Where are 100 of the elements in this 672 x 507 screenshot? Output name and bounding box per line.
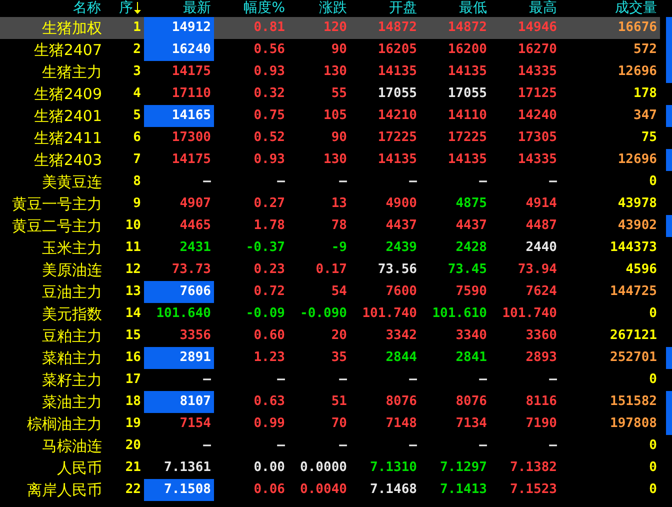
table-cell-text: 20	[330, 327, 348, 345]
table-cell: 2891	[144, 347, 214, 369]
table-cell-text: 14135	[446, 63, 488, 81]
table-cell-text: 3342	[384, 327, 418, 345]
table-cell-text: 4900	[384, 195, 418, 213]
instrument-name[interactable]: 菜油主力	[0, 391, 104, 413]
row-number: 6	[132, 129, 142, 147]
instrument-name[interactable]: 豆粕主力	[0, 325, 104, 347]
table-cell-text: 7154	[178, 415, 212, 433]
table-cell-text: 178	[632, 85, 658, 103]
row-number: 9	[132, 195, 142, 213]
row-number: 22	[124, 481, 142, 499]
table-cell-text: 14335	[516, 63, 558, 81]
table-cell-text: -0.090	[299, 305, 348, 323]
instrument-name[interactable]: 菜粕主力	[0, 347, 104, 369]
table-cell-text: —	[548, 371, 558, 389]
instrument-name[interactable]: 生猪2403	[0, 149, 104, 171]
table-cell-text: -0.37	[244, 239, 286, 257]
instrument-name[interactable]: 生猪2411	[0, 127, 104, 149]
table-cell-text: 0.52	[252, 129, 286, 147]
table-cell-text: 17305	[516, 129, 558, 147]
table-cell-text: 8116	[524, 393, 558, 411]
table-cell-text: 0.75	[252, 107, 286, 125]
instrument-name[interactable]: 黄豆二号主力	[0, 215, 104, 237]
table-cell-text: —	[478, 371, 488, 389]
row-number: 17	[124, 371, 142, 389]
column-header[interactable]: 最高	[529, 0, 557, 16]
row-number: 7	[132, 151, 142, 169]
table-cell-text: 90	[330, 41, 348, 59]
table-cell-text: 101.640	[155, 305, 212, 323]
table-cell-text: 14110	[446, 107, 488, 125]
instrument-name[interactable]: 生猪加权	[0, 17, 104, 39]
column-header[interactable]: 成交量	[615, 0, 657, 16]
table-cell: 8107	[144, 391, 214, 413]
row-number: 2	[132, 41, 142, 59]
column-header[interactable]: 幅度%	[244, 0, 285, 16]
table-cell-text: —	[338, 371, 348, 389]
instrument-name[interactable]: 生猪主力	[0, 61, 104, 83]
table-cell-text: 78	[330, 217, 348, 235]
instrument-name[interactable]: 生猪2409	[0, 83, 104, 105]
row-number: 14	[124, 305, 142, 323]
table-cell-text: 105	[322, 107, 348, 125]
column-header[interactable]: 名称	[73, 0, 101, 16]
instrument-name[interactable]: 生猪2401	[0, 105, 104, 127]
row-number: 15	[124, 327, 142, 345]
table-cell-text: 17055	[376, 85, 418, 103]
table-cell-text: 16205	[376, 41, 418, 59]
table-cell-text: 0.32	[252, 85, 286, 103]
column-header[interactable]: 涨跌	[319, 0, 347, 16]
table-cell-text: —	[478, 173, 488, 191]
table-cell-text: 0.72	[252, 283, 286, 301]
column-header[interactable]: 开盘	[389, 0, 417, 16]
instrument-name[interactable]: 人民币	[0, 457, 104, 479]
table-cell-text: 14135	[446, 151, 488, 169]
table-cell-text: 101.610	[431, 305, 488, 323]
instrument-name[interactable]: 美元指数	[0, 303, 104, 325]
instrument-name[interactable]: 豆油主力	[0, 281, 104, 303]
table-cell-text: 0.17	[314, 261, 348, 279]
table-cell-text: 144725	[609, 283, 658, 301]
instrument-name[interactable]: 黄豆一号主力	[0, 193, 104, 215]
table-cell-text: 0.23	[252, 261, 286, 279]
table-cell-text: 3356	[178, 327, 212, 345]
instrument-name[interactable]: 美黄豆连	[0, 171, 104, 193]
table-cell-text: 0	[648, 459, 658, 477]
column-header[interactable]: 最低	[459, 0, 487, 16]
table-cell-text: 73.94	[516, 261, 558, 279]
instrument-name[interactable]: 马棕油连	[0, 435, 104, 457]
table-cell-text: 17300	[170, 129, 212, 147]
table-cell-text: 7.1297	[439, 459, 488, 477]
row-number: 1	[104, 17, 144, 39]
instrument-name[interactable]: 棕榈油主力	[0, 413, 104, 435]
table-cell-text: 43902	[616, 217, 658, 235]
table-cell-text: 0.56	[252, 41, 286, 59]
table-cell-text: 54	[330, 283, 348, 301]
instrument-name[interactable]: 菜籽主力	[0, 369, 104, 391]
row-number: 19	[124, 415, 142, 433]
instrument-name[interactable]: 离岸人民币	[0, 479, 104, 501]
instrument-name[interactable]: 生猪2407	[0, 39, 104, 61]
table-cell-text: —	[202, 173, 212, 191]
table-cell-text: 17225	[446, 129, 488, 147]
table-cell-text: 0.60	[252, 327, 286, 345]
table-cell-text: 197808	[609, 415, 658, 433]
column-header[interactable]: 序	[119, 0, 133, 16]
table-cell: 14946	[490, 17, 560, 39]
table-cell-text: 7.1361	[163, 459, 212, 477]
table-cell-text: 14175	[170, 63, 212, 81]
table-cell-text: 8076	[454, 393, 488, 411]
table-cell-text: 2428	[454, 239, 488, 257]
table-cell-text: 7.1523	[509, 481, 558, 499]
table-cell-text: 7624	[524, 283, 558, 301]
table-cell-text: 14175	[170, 151, 212, 169]
table-cell-text: 43978	[616, 195, 658, 213]
instrument-name[interactable]: 美原油连	[0, 259, 104, 281]
table-cell-text: 4437	[454, 217, 488, 235]
instrument-name[interactable]: 玉米主力	[0, 237, 104, 259]
row-number: 20	[124, 437, 142, 455]
table-cell: 14165	[144, 105, 214, 127]
table-cell-text: 0.0040	[299, 481, 348, 499]
table-cell-text: 16270	[516, 41, 558, 59]
column-header[interactable]: 最新	[183, 0, 211, 16]
